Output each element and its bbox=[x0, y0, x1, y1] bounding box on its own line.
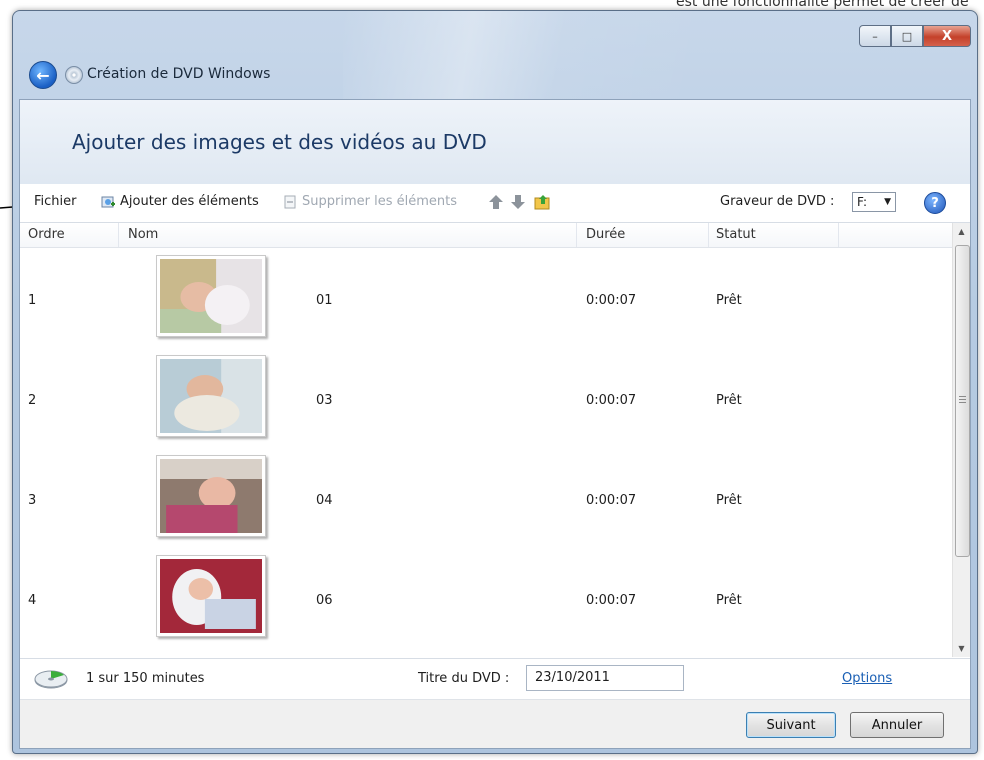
move-down-icon[interactable] bbox=[510, 194, 526, 210]
column-duration[interactable]: Durée bbox=[586, 227, 625, 242]
photo-thumbnail bbox=[156, 355, 266, 437]
status-row: 1 sur 150 minutes Titre du DVD : 23/10/2… bbox=[20, 658, 970, 699]
row-order: 2 bbox=[28, 393, 37, 408]
dvd-burner-select[interactable]: F: ▼ bbox=[852, 192, 896, 212]
photo-thumbnail bbox=[156, 555, 266, 637]
button-bar: Suivant Annuler bbox=[20, 699, 970, 748]
row-name: 06 bbox=[316, 593, 333, 608]
row-status: Prêt bbox=[716, 293, 742, 308]
column-name[interactable]: Nom bbox=[128, 227, 158, 242]
row-name: 03 bbox=[316, 393, 333, 408]
column-status[interactable]: Statut bbox=[716, 227, 756, 242]
scrollbar-thumb[interactable] bbox=[955, 245, 970, 557]
row-name: 01 bbox=[316, 293, 333, 308]
table-row[interactable]: 1 01 0:00:07 Prêt bbox=[20, 247, 952, 347]
chevron-down-icon: ▼ bbox=[884, 197, 891, 207]
dvd-burner-value: F: bbox=[857, 195, 868, 209]
cancel-button[interactable]: Annuler bbox=[850, 712, 944, 738]
caption-buttons: – □ X bbox=[859, 25, 971, 47]
column-order[interactable]: Ordre bbox=[28, 227, 65, 242]
page-title: Ajouter des images et des vidéos au DVD bbox=[72, 130, 487, 154]
add-items-icon bbox=[101, 196, 115, 208]
dvd-maker-window: ← Création de DVD Windows – □ X Ajouter … bbox=[12, 10, 978, 754]
back-arrow-icon[interactable]: ← bbox=[29, 61, 57, 89]
background-document-text: est une fonctionnalité permet de créer d… bbox=[676, 0, 969, 10]
items-table: Ordre Nom Durée Statut 1 01 0:00:07 Prêt… bbox=[20, 223, 952, 657]
wizard-content: Ajouter des images et des vidéos au DVD … bbox=[19, 99, 971, 749]
row-status: Prêt bbox=[716, 493, 742, 508]
row-duration: 0:00:07 bbox=[586, 293, 637, 308]
table-scrollbar[interactable]: ▲ ▼ bbox=[952, 223, 970, 657]
dvd-title-label: Titre du DVD : bbox=[418, 671, 510, 686]
close-button[interactable]: X bbox=[923, 25, 971, 47]
remove-items-button[interactable]: Supprimer les éléments bbox=[302, 194, 457, 209]
options-link[interactable]: Options bbox=[842, 671, 892, 686]
row-order: 1 bbox=[28, 293, 37, 308]
title-bar: ← Création de DVD Windows – □ X bbox=[13, 11, 977, 99]
table-row[interactable]: 4 06 0:00:07 Prêt bbox=[20, 547, 952, 647]
move-up-icon[interactable] bbox=[488, 194, 504, 210]
remove-items-icon bbox=[284, 195, 296, 209]
disc-usage-text: 1 sur 150 minutes bbox=[86, 671, 205, 686]
file-menu[interactable]: Fichier bbox=[34, 194, 77, 209]
window-title: Création de DVD Windows bbox=[87, 66, 271, 82]
table-header: Ordre Nom Durée Statut bbox=[20, 223, 952, 248]
table-row[interactable]: 2 03 0:00:07 Prêt bbox=[20, 347, 952, 447]
scroll-up-icon[interactable]: ▲ bbox=[953, 223, 970, 240]
dvd-app-icon bbox=[65, 66, 83, 84]
row-order: 4 bbox=[28, 593, 37, 608]
row-duration: 0:00:07 bbox=[586, 493, 637, 508]
row-duration: 0:00:07 bbox=[586, 593, 637, 608]
row-name: 04 bbox=[316, 493, 333, 508]
photo-thumbnail bbox=[156, 455, 266, 537]
add-items-button[interactable]: Ajouter des éléments bbox=[120, 194, 259, 209]
row-order: 3 bbox=[28, 493, 37, 508]
dvd-burner-label: Graveur de DVD : bbox=[720, 194, 835, 209]
minimize-button[interactable]: – bbox=[859, 25, 891, 47]
wizard-header: Ajouter des images et des vidéos au DVD bbox=[20, 100, 970, 185]
photo-thumbnail bbox=[156, 255, 266, 337]
scroll-down-icon[interactable]: ▼ bbox=[953, 640, 970, 657]
maximize-button[interactable]: □ bbox=[891, 25, 923, 47]
dvd-title-input[interactable]: 23/10/2011 bbox=[526, 665, 684, 691]
export-folder-icon[interactable] bbox=[534, 194, 550, 210]
row-duration: 0:00:07 bbox=[586, 393, 637, 408]
row-status: Prêt bbox=[716, 593, 742, 608]
next-button[interactable]: Suivant bbox=[746, 712, 836, 738]
toolbar: Fichier Ajouter des éléments Supprimer l… bbox=[20, 184, 970, 223]
disc-usage-icon bbox=[34, 670, 68, 689]
table-row[interactable]: 3 04 0:00:07 Prêt bbox=[20, 447, 952, 547]
help-icon[interactable]: ? bbox=[924, 192, 946, 214]
row-status: Prêt bbox=[716, 393, 742, 408]
